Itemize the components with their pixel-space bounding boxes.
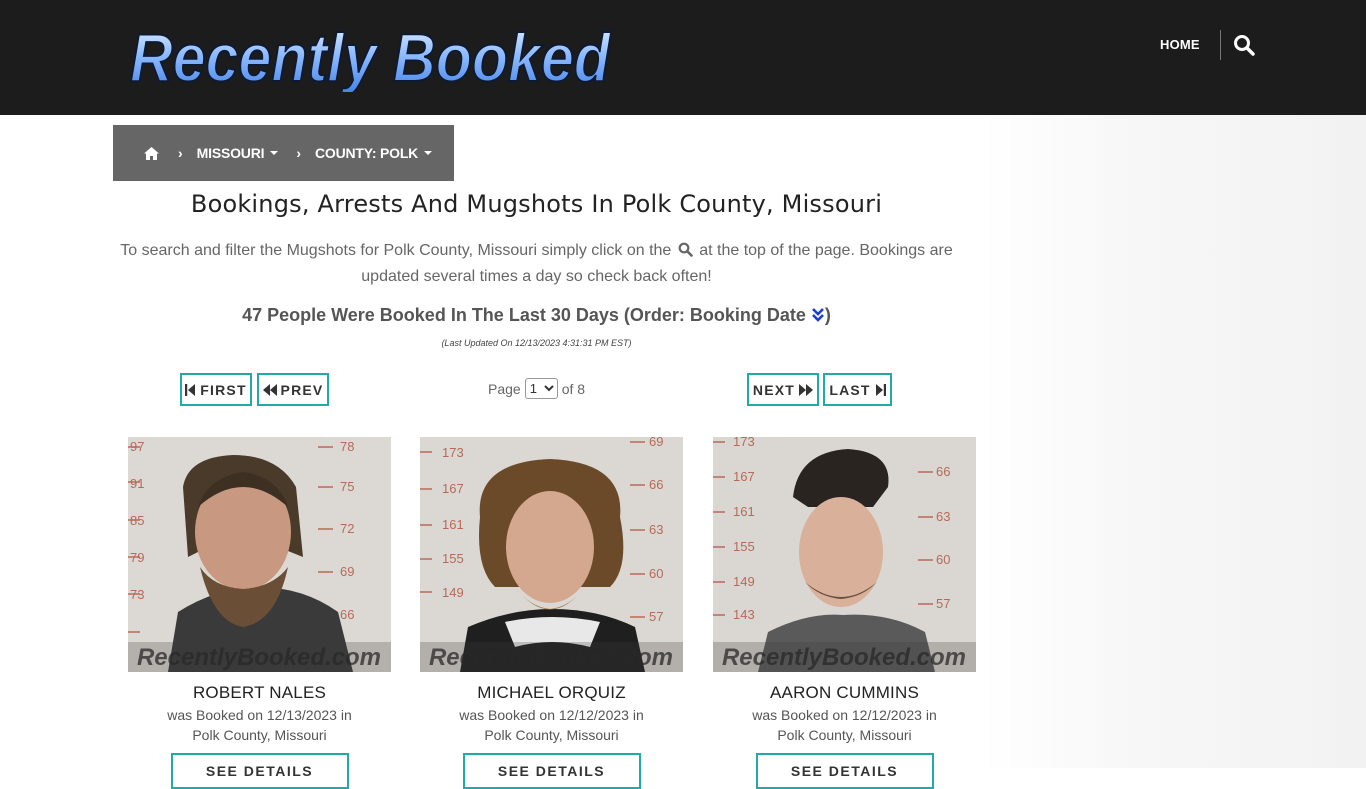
svg-text:85: 85 xyxy=(130,513,144,528)
intro-text-before: To search and filter the Mugshots for Po… xyxy=(120,242,672,259)
svg-text:72: 72 xyxy=(340,521,354,536)
svg-text:66: 66 xyxy=(936,464,950,479)
svg-text:78: 78 xyxy=(340,439,354,454)
mugshot-image[interactable]: 78 75 72 69 66 97 91 85 79 73 RecentlyBooked.com xyxy=(128,437,391,672)
svg-text:167: 167 xyxy=(733,469,755,484)
svg-text:63: 63 xyxy=(649,522,663,537)
svg-text:155: 155 xyxy=(442,551,464,566)
svg-text:69: 69 xyxy=(340,564,354,579)
svg-text:57: 57 xyxy=(936,596,950,611)
page-label: Page xyxy=(488,380,521,397)
right-gutter xyxy=(980,115,1366,768)
page-selector: Page 1 of 8 xyxy=(488,378,585,399)
booking-date-line: was Booked on 12/12/2023 in xyxy=(752,707,937,723)
svg-text:63: 63 xyxy=(936,509,950,524)
mugshot-image[interactable]: 173 167 161 155 149 69 66 63 60 57 RecentlyBooke… xyxy=(420,437,683,672)
breadcrumb-state-dropdown[interactable]: MISSOURI xyxy=(197,145,279,161)
svg-text:97: 97 xyxy=(130,439,144,454)
skip-start-icon xyxy=(185,383,196,396)
svg-text:79: 79 xyxy=(130,550,144,565)
booking-info: was Booked on 12/12/2023 in Polk County,… xyxy=(713,705,976,745)
inmate-name: ROBERT NALES xyxy=(192,683,327,702)
booking-card: 173 167 161 155 149 143 66 63 60 57 RecentlyBook… xyxy=(713,437,976,789)
svg-text:75: 75 xyxy=(340,479,354,494)
breadcrumb-county-label: COUNTY: POLK xyxy=(314,145,419,161)
next-page-button[interactable]: NEXT xyxy=(747,373,819,406)
nav-divider xyxy=(1220,30,1221,60)
inmate-name: AARON CUMMINS xyxy=(770,683,919,702)
svg-text:69: 69 xyxy=(649,437,663,449)
booking-location-line: Polk County, Missouri xyxy=(777,727,912,743)
booking-count: 47 People Were Booked In The Last 30 Day… xyxy=(113,305,960,326)
mugshot-image[interactable]: 173 167 161 155 149 143 66 63 60 57 RecentlyBook… xyxy=(713,437,976,672)
first-page-button[interactable]: FIRST xyxy=(180,373,252,406)
caret-down-icon xyxy=(270,151,279,155)
svg-text:173: 173 xyxy=(733,437,755,449)
site-header: Recently Booked HOME xyxy=(0,0,1366,115)
last-updated: (Last Updated On 12/13/2023 4:31:31 PM E… xyxy=(441,338,632,348)
booking-card: 173 167 161 155 149 69 66 63 60 57 RecentlyBooke… xyxy=(420,437,683,789)
see-details-button[interactable]: SEE DETAILS xyxy=(462,753,641,789)
svg-text:161: 161 xyxy=(733,504,755,519)
svg-text:RecentlyBooked.com: RecentlyBooked.com xyxy=(722,644,966,671)
backward-icon xyxy=(262,383,277,396)
svg-text:143: 143 xyxy=(733,607,755,622)
prev-page-button[interactable]: PREV xyxy=(257,373,329,406)
booking-location-line: Polk County, Missouri xyxy=(192,727,327,743)
search-icon[interactable] xyxy=(678,240,693,257)
page-total-label: of 8 xyxy=(561,380,586,397)
last-page-button[interactable]: LAST xyxy=(823,373,892,406)
double-chevron-down-icon[interactable] xyxy=(811,307,825,323)
svg-text:73: 73 xyxy=(130,587,144,602)
chevron-right-icon: › xyxy=(178,145,183,161)
svg-text:60: 60 xyxy=(649,566,663,581)
svg-text:66: 66 xyxy=(649,477,663,492)
svg-text:155: 155 xyxy=(733,539,755,554)
svg-text:149: 149 xyxy=(733,574,755,589)
see-details-button[interactable]: SEE DETAILS xyxy=(755,753,934,789)
nav-home-link[interactable]: HOME xyxy=(1160,36,1200,54)
svg-text:91: 91 xyxy=(130,476,144,491)
forward-icon xyxy=(799,383,814,396)
search-icon[interactable] xyxy=(1233,34,1255,56)
caret-down-icon xyxy=(424,151,433,155)
svg-text:60: 60 xyxy=(936,552,950,567)
booking-count-close: ) xyxy=(824,305,831,325)
svg-text:161: 161 xyxy=(442,517,464,532)
breadcrumb-state-label: MISSOURI xyxy=(196,145,265,161)
see-details-button[interactable]: SEE DETAILS xyxy=(170,753,349,789)
breadcrumb: › MISSOURI › COUNTY: POLK xyxy=(113,125,454,181)
svg-text:RecentlyBooked.com: RecentlyBooked.com xyxy=(137,644,381,671)
svg-text:57: 57 xyxy=(649,609,663,624)
prev-page-label: PREV xyxy=(280,381,324,398)
svg-text:167: 167 xyxy=(442,481,464,496)
last-page-label: LAST xyxy=(829,381,871,398)
svg-text:149: 149 xyxy=(442,585,464,600)
svg-text:66: 66 xyxy=(340,607,354,622)
booking-date-line: was Booked on 12/13/2023 in xyxy=(167,707,352,723)
booking-card: 78 75 72 69 66 97 91 85 79 73 RecentlyBooked.com… xyxy=(128,437,391,789)
chevron-right-icon: › xyxy=(296,145,301,161)
skip-end-icon xyxy=(875,383,886,396)
booking-info: was Booked on 12/13/2023 in Polk County,… xyxy=(128,705,391,745)
site-logo[interactable]: Recently Booked xyxy=(126,18,616,92)
page-select[interactable]: 1 xyxy=(524,378,558,399)
inmate-name: MICHAEL ORQUIZ xyxy=(477,683,626,702)
first-page-label: FIRST xyxy=(200,381,247,398)
logo-text: Recently Booked xyxy=(130,20,611,92)
svg-text:RecentlyBooked.com: RecentlyBooked.com xyxy=(429,644,673,671)
booking-count-text: 47 People Were Booked In The Last 30 Day… xyxy=(242,305,806,325)
booking-location-line: Polk County, Missouri xyxy=(484,727,619,743)
booking-info: was Booked on 12/12/2023 in Polk County,… xyxy=(420,705,683,745)
breadcrumb-county-dropdown[interactable]: COUNTY: POLK xyxy=(314,145,433,161)
page-title: Bookings, Arrests And Mugshots In Polk C… xyxy=(190,190,883,218)
intro-text: To search and filter the Mugshots for Po… xyxy=(113,238,960,290)
svg-text:173: 173 xyxy=(442,445,464,460)
home-icon[interactable] xyxy=(143,146,160,161)
next-page-label: NEXT xyxy=(752,381,796,398)
booking-date-line: was Booked on 12/12/2023 in xyxy=(459,707,644,723)
